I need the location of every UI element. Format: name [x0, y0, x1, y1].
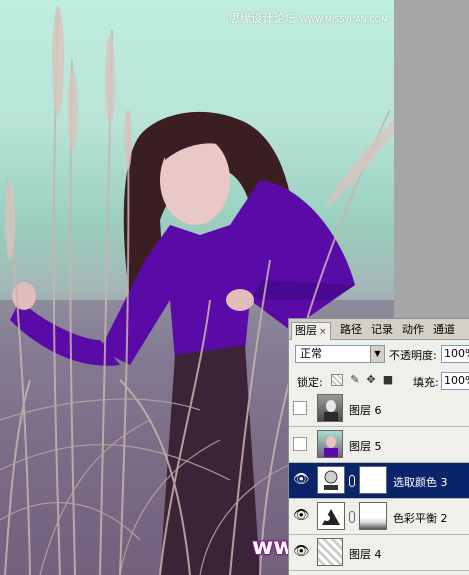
selective-color-icon: [317, 466, 345, 494]
layer-row[interactable]: 👁 色彩平衡 2: [289, 499, 469, 535]
lock-move-icon[interactable]: ✥: [365, 374, 377, 386]
lock-brush-icon[interactable]: ✎: [349, 374, 361, 386]
layer-name: 图层 5: [349, 440, 382, 453]
chain-link-icon[interactable]: [349, 511, 355, 523]
lock-all-icon[interactable]: ■: [382, 374, 394, 386]
layers-panel: 图层× 路径 记录 动作 通道 正常 ▼ 不透明度: 100% 锁定: ✎ ✥ …: [288, 318, 469, 575]
watermark-top: 思缘设计论坛 WWW.MISSYUAN.COM: [229, 10, 388, 26]
visibility-toggle[interactable]: [293, 437, 307, 451]
layer-name: 图层 4: [349, 548, 382, 561]
app-background: [394, 0, 469, 320]
tab-layers[interactable]: 图层 ×: [291, 322, 331, 340]
visibility-toggle[interactable]: [293, 401, 307, 415]
chain-link-icon[interactable]: [349, 475, 355, 487]
watermark-top-text: 思缘设计论坛: [228, 12, 296, 25]
tab-actions[interactable]: 动作: [399, 322, 427, 340]
fill-label: 填充:: [413, 376, 439, 389]
lock-label: 锁定:: [297, 376, 323, 389]
tab-paths[interactable]: 路径: [337, 322, 365, 340]
panel-tabbar: 图层 × 路径 记录 动作 通道: [289, 319, 469, 340]
tab-channels[interactable]: 通道: [430, 322, 458, 340]
layer-mask-thumbnail[interactable]: [359, 502, 387, 530]
layer-thumbnail: [317, 430, 343, 458]
blend-mode-select[interactable]: 正常 ▼: [295, 345, 385, 363]
dropdown-arrow-icon[interactable]: ▼: [370, 346, 384, 362]
layer-row[interactable]: 👁 选取颜色 3: [289, 463, 469, 499]
tab-layers-label: 图层: [295, 324, 317, 337]
eye-icon[interactable]: 👁: [293, 473, 310, 487]
layer-row[interactable]: 图层 5: [289, 427, 469, 463]
layer-name: 图层 6: [349, 404, 382, 417]
eye-icon[interactable]: 👁: [293, 509, 310, 523]
layer-name: 色彩平衡 2: [393, 512, 448, 525]
layer-row[interactable]: 图层 6: [289, 391, 469, 427]
layer-name: 选取颜色 3: [393, 476, 448, 489]
opacity-input[interactable]: 100%: [441, 345, 469, 363]
tab-close-icon[interactable]: ×: [319, 327, 327, 337]
layer-mask-thumbnail[interactable]: [359, 466, 387, 494]
layer-thumbnail: [317, 538, 343, 566]
layer-thumbnail-image: [324, 436, 338, 457]
layer-thumbnail-image: [324, 400, 338, 421]
lock-transparent-icon[interactable]: [331, 374, 343, 386]
layer-row[interactable]: 👁 图层 4: [289, 535, 469, 571]
color-balance-icon: [317, 502, 345, 530]
eye-icon[interactable]: 👁: [293, 545, 310, 559]
fill-input[interactable]: 100%: [441, 372, 469, 390]
selective-color-glyph: [324, 470, 338, 490]
blend-mode-value: 正常: [300, 347, 322, 360]
tab-history[interactable]: 记录: [368, 322, 396, 340]
layer-thumbnail: [317, 394, 343, 422]
color-balance-glyph: [322, 509, 340, 525]
watermark-top-domain: WWW.MISSYUAN.COM: [299, 15, 388, 24]
opacity-label: 不透明度:: [389, 349, 437, 362]
